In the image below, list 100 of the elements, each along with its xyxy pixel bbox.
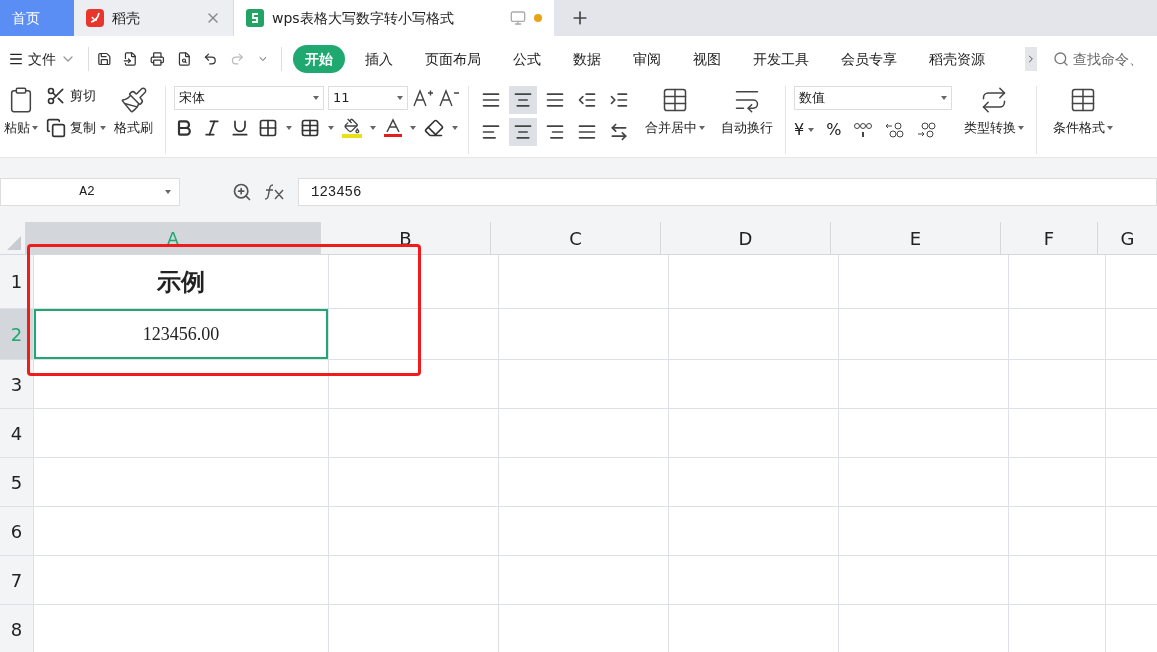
caret-icon[interactable] xyxy=(699,125,705,130)
caret-icon[interactable] xyxy=(941,96,947,100)
caret-icon[interactable] xyxy=(286,126,292,130)
tool-icon xyxy=(1069,86,1097,114)
row-header[interactable]: 6 xyxy=(0,507,33,555)
zoom-icon[interactable] xyxy=(232,182,252,202)
vertical-align-button[interactable] xyxy=(509,86,537,114)
merge-center-button[interactable]: 合并居中 xyxy=(641,86,709,154)
column-header[interactable]: C xyxy=(490,222,660,254)
tab-label: wps表格大写数字转小写格式 xyxy=(272,8,454,28)
file-menu[interactable]: 文件 xyxy=(4,48,80,70)
column-header[interactable]: D xyxy=(660,222,830,254)
document-tab[interactable]: wps表格大写数字转小写格式 xyxy=(234,0,554,36)
caret-icon[interactable] xyxy=(397,96,403,100)
print-icon[interactable] xyxy=(150,49,165,69)
align-icon xyxy=(513,122,533,142)
underline-icon[interactable] xyxy=(230,118,250,138)
ribbon-tab[interactable]: 页面布局 xyxy=(413,45,494,73)
ribbon-tab[interactable]: 会员专享 xyxy=(829,45,910,73)
tool-icon xyxy=(661,86,689,114)
ribbon-tab[interactable]: 公式 xyxy=(501,45,554,73)
cell-reference-field[interactable]: A2 xyxy=(0,178,180,206)
align-icon xyxy=(513,90,533,110)
type-convert-button[interactable]: 类型转换 xyxy=(960,86,1028,154)
decrease-font-icon[interactable] xyxy=(438,88,460,108)
paste-button[interactable]: 粘贴 xyxy=(0,86,42,138)
row-header[interactable]: 4 xyxy=(0,409,33,457)
ribbon-tab[interactable]: 审阅 xyxy=(621,45,674,73)
wrap-text-button[interactable]: 自动换行 xyxy=(717,86,777,154)
search-icon xyxy=(1052,51,1069,67)
row-header[interactable]: 5 xyxy=(0,458,33,506)
tab-label: 首页 xyxy=(12,8,40,28)
increase-indent-icon[interactable] xyxy=(609,90,629,110)
row-header[interactable]: 1 xyxy=(0,255,33,308)
align-icon xyxy=(545,90,565,110)
formula-input[interactable]: 123456 xyxy=(298,178,1157,206)
justify-icon[interactable] xyxy=(577,122,597,142)
decrease-decimal-icon[interactable] xyxy=(917,121,938,139)
export-icon[interactable] xyxy=(123,49,139,69)
ribbon-tab[interactable]: 插入 xyxy=(353,45,406,73)
italic-icon[interactable] xyxy=(202,118,222,138)
caret-icon[interactable] xyxy=(370,126,376,130)
menu-icon xyxy=(8,51,24,67)
fill-color-icon[interactable] xyxy=(342,118,362,138)
tab-label: 稻壳 xyxy=(112,8,140,28)
borders-icon[interactable] xyxy=(258,118,278,138)
scissors-icon xyxy=(46,86,66,106)
increase-decimal-icon[interactable] xyxy=(885,121,906,139)
increase-font-icon[interactable] xyxy=(412,88,434,108)
tool-icon xyxy=(119,86,148,114)
caret-icon[interactable] xyxy=(410,126,416,130)
spreadsheet-logo-icon xyxy=(246,9,264,27)
column-header[interactable]: F xyxy=(1000,222,1097,254)
align-icon xyxy=(545,122,565,142)
tool-label: 自动换行 xyxy=(721,119,773,137)
row-header[interactable]: 3 xyxy=(0,360,33,408)
column-header[interactable]: G xyxy=(1097,222,1157,254)
table-cell[interactable]: 123456.00 xyxy=(34,309,328,359)
ribbon-tab[interactable]: 数据 xyxy=(561,45,614,73)
column-header[interactable]: E xyxy=(830,222,1000,254)
conditional-format-button[interactable]: 条件格式 xyxy=(1049,86,1117,138)
caret-icon[interactable] xyxy=(1018,125,1024,130)
ribbon-tab[interactable]: 稻壳资源 xyxy=(917,45,998,73)
docer-logo-icon xyxy=(86,9,104,27)
table-cell[interactable]: 示例 xyxy=(34,255,328,308)
tool-label: 合并居中 xyxy=(645,118,705,138)
horizontal-align-button[interactable] xyxy=(509,118,537,146)
cell-style-icon[interactable] xyxy=(300,118,320,138)
row-header[interactable]: 8 xyxy=(0,605,33,652)
cut-button[interactable]: 剪切 xyxy=(46,86,106,106)
caret-icon[interactable] xyxy=(808,128,815,132)
percent-button[interactable]: % xyxy=(826,118,842,142)
font-name-field[interactable]: 宋体 xyxy=(174,86,324,110)
caret-icon[interactable] xyxy=(452,126,458,130)
tool-label: 格式刷 xyxy=(114,119,153,137)
print-preview-icon[interactable] xyxy=(176,49,192,69)
search-field[interactable]: 查找命令、 xyxy=(1052,48,1153,70)
decrease-indent-icon[interactable] xyxy=(577,90,597,110)
tool-label: 粘贴 xyxy=(4,118,38,138)
font-color-icon[interactable] xyxy=(384,118,402,138)
number-format-field[interactable]: 数值 xyxy=(794,86,952,110)
tool-label: 条件格式 xyxy=(1053,118,1113,138)
function-icon[interactable] xyxy=(264,183,286,201)
copy-button[interactable]: 复制 xyxy=(46,118,106,138)
caret-icon[interactable] xyxy=(165,190,171,194)
eraser-icon[interactable] xyxy=(424,118,444,138)
ribbon-tab[interactable]: 开发工具 xyxy=(741,45,822,73)
font-size-field[interactable]: 11 xyxy=(328,86,408,110)
distribute-icon[interactable] xyxy=(609,122,629,142)
caret-icon[interactable] xyxy=(32,125,38,130)
document-tab[interactable]: 稻壳 xyxy=(74,0,234,36)
thousands-separator-icon[interactable] xyxy=(853,121,874,139)
caret-icon[interactable] xyxy=(328,126,334,130)
caret-icon[interactable] xyxy=(100,126,106,130)
format-painter-button[interactable]: 格式刷 xyxy=(110,86,157,138)
caret-icon[interactable] xyxy=(1107,125,1113,130)
row-header[interactable]: 7 xyxy=(0,556,33,604)
ribbon-tab[interactable]: 视图 xyxy=(681,45,734,73)
currency-button[interactable]: ¥ xyxy=(794,118,805,142)
caret-icon[interactable] xyxy=(313,96,319,100)
